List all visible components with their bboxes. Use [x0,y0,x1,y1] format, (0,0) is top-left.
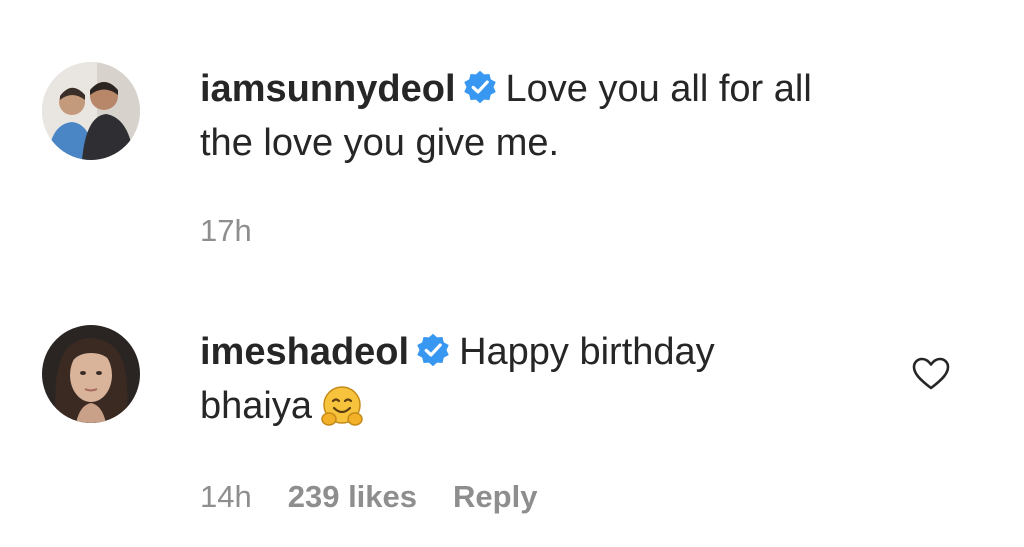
avatar-photo-icon [42,62,140,160]
heart-outline-icon[interactable] [912,357,950,391]
avatar-photo-icon [42,325,140,423]
likes-count-link[interactable]: 239 likes [288,479,417,514]
comment-text-continued: the love you give me. [200,122,560,164]
comments-list: iamsunnydeol Love you all for all the lov… [0,0,1024,547]
comment-text: Love you all for all [505,68,812,110]
verified-badge-icon [415,329,451,367]
comment-timestamp[interactable]: 17h [200,213,252,248]
avatar[interactable] [42,325,140,423]
verified-badge-icon [462,66,498,104]
hugging-face-emoji-icon [320,384,364,428]
comment-username[interactable]: iamsunnydeol [200,68,456,110]
reply-button[interactable]: Reply [453,479,537,514]
comment-text: Happy birthday [459,331,715,373]
comment-body: iamsunnydeol Love you all for all the lov… [200,62,890,170]
comment-text-continued: bhaiya [200,385,312,427]
comment-body: imeshadeol Happy birthday bhaiya [200,325,890,433]
comment-timestamp[interactable]: 14h [200,479,252,514]
comment-meta: 17h [200,213,288,249]
comment-meta: 14h 239 likes Reply [200,479,573,515]
comment-username[interactable]: imeshadeol [200,331,409,373]
avatar[interactable] [42,62,140,160]
